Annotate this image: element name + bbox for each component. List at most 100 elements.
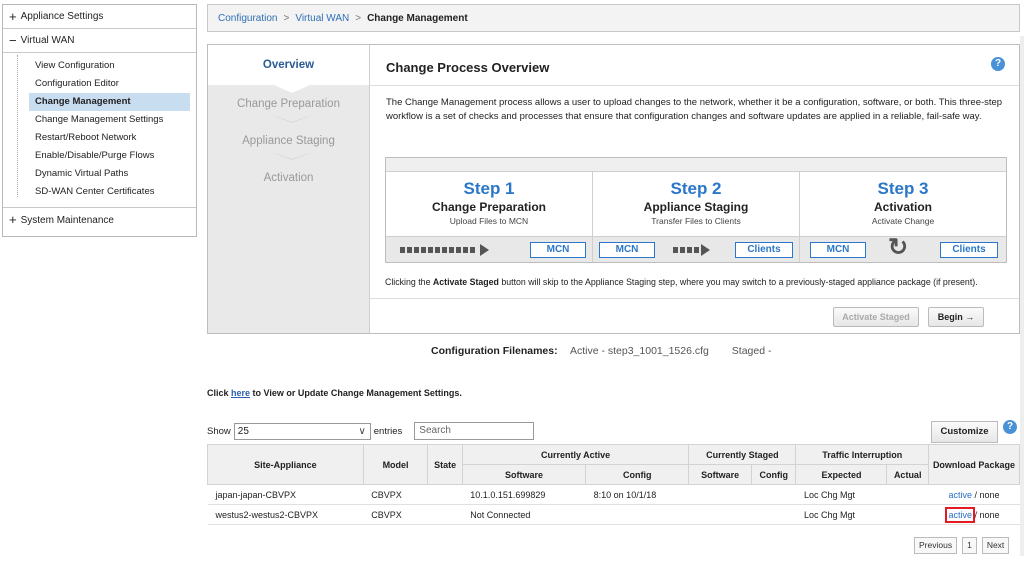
begin-button[interactable]: Begin →: [928, 307, 984, 327]
col-active-config[interactable]: Config: [585, 464, 690, 485]
tree-item-dynamic-virtual-paths[interactable]: Dynamic Virtual Paths: [3, 165, 196, 183]
tree-item-sd-wan-center-certificates[interactable]: SD-WAN Center Certificates: [3, 183, 196, 201]
cell-active-software: 10.1.0.151.699829: [462, 484, 586, 505]
overview-panel: Change Process Overview ? The Change Man…: [370, 45, 1019, 333]
col-group-currently-staged: Currently Staged: [688, 444, 797, 465]
download-none-text: / none: [971, 489, 1000, 500]
step-subtitle: Transfer Files to Clients: [651, 216, 741, 226]
wizard-step-label[interactable]: Change Preparation: [237, 98, 340, 110]
download-active-link[interactable]: active: [948, 490, 972, 500]
change-management-wizard: Overview Change Preparation Appliance St…: [207, 44, 1020, 334]
step-number: Step 1: [463, 179, 515, 198]
vertical-scrollbar[interactable]: [1020, 36, 1024, 556]
table-length-control: Show 25 ∨ entries Search: [207, 422, 535, 440]
breadcrumb-virtual-wan[interactable]: Virtual WAN: [295, 13, 349, 24]
tree-node-appliance-settings[interactable]: + Appliance Settings: [3, 5, 196, 29]
tree-node-label[interactable]: Appliance Settings: [21, 11, 104, 22]
cell-state: [427, 504, 463, 525]
wizard-step-label[interactable]: Activation: [264, 172, 314, 184]
search-input[interactable]: Search: [414, 422, 535, 440]
settings-here-link[interactable]: here: [231, 388, 250, 398]
config-filenames-label: Configuration Filenames:: [431, 345, 558, 357]
help-icon[interactable]: ?: [1003, 420, 1017, 434]
divider: [370, 85, 1019, 86]
arrow-icon: [701, 244, 710, 256]
settings-link-line: Click here to View or Update Change Mana…: [207, 388, 462, 398]
col-active-software[interactable]: Software: [461, 464, 587, 485]
cell-download: active / none: [928, 484, 1020, 505]
process-step-2: Step 2 Appliance Staging Transfer Files …: [593, 172, 800, 262]
cell-site: japan-japan-CBVPX: [207, 484, 364, 505]
page-size-select[interactable]: 25 ∨: [233, 422, 371, 440]
tree-node-label[interactable]: Virtual WAN: [21, 35, 75, 46]
expand-icon[interactable]: +: [9, 10, 17, 23]
tree-node-virtual-wan[interactable]: − Virtual WAN: [3, 29, 196, 53]
activate-staged-button[interactable]: Activate Staged: [833, 307, 919, 327]
navigation-tree: + Appliance Settings − Virtual WAN View …: [2, 4, 197, 237]
breadcrumb-configuration[interactable]: Configuration: [218, 13, 277, 24]
process-step-3: Step 3 Activation Activate Change MCN ↻ …: [800, 172, 1006, 262]
col-download-package[interactable]: Download Package: [927, 444, 1021, 485]
tree-node-label[interactable]: System Maintenance: [21, 215, 114, 226]
tree-item-configuration-editor[interactable]: Configuration Editor: [3, 75, 196, 93]
col-expected[interactable]: Expected: [795, 464, 888, 485]
wizard-step-label[interactable]: Overview: [263, 59, 314, 71]
tree-item-change-management-settings[interactable]: Change Management Settings: [3, 111, 196, 129]
tree-guide-line: [17, 55, 18, 197]
cell-state: [427, 484, 463, 505]
step-flow: MCN Clients: [593, 236, 799, 262]
next-button[interactable]: Next: [981, 537, 1010, 554]
tree-item-enable-disable-purge-flows[interactable]: Enable/Disable/Purge Flows: [3, 147, 196, 165]
step-subtitle: Activate Change: [871, 216, 935, 226]
tree-item-view-configuration[interactable]: View Configuration: [3, 57, 196, 75]
col-actual[interactable]: Actual: [886, 464, 929, 485]
col-staged-software[interactable]: Software: [688, 464, 752, 485]
col-site-appliance[interactable]: Site-Appliance: [207, 444, 364, 485]
col-state[interactable]: State: [427, 444, 463, 485]
overview-title: Change Process Overview: [386, 60, 550, 75]
wizard-step-activation[interactable]: Activation: [208, 159, 369, 196]
cell-active-config: [585, 504, 689, 525]
show-label: Show: [207, 425, 231, 437]
previous-button[interactable]: Previous: [914, 537, 958, 554]
help-icon[interactable]: ?: [991, 57, 1005, 71]
wizard-step-appliance-staging[interactable]: Appliance Staging: [208, 122, 369, 160]
settings-link-prefix: Click: [207, 388, 232, 398]
active-config-filename: Active - step3_1001_1526.cfg: [569, 345, 709, 357]
expand-icon[interactable]: +: [9, 213, 17, 226]
tree-item-restart-reboot-network[interactable]: Restart/Reboot Network: [3, 129, 196, 147]
breadcrumb: Configuration > Virtual WAN > Change Man…: [207, 4, 1020, 32]
step-number: Step 2: [670, 179, 722, 198]
col-group-currently-active: Currently Active: [461, 444, 690, 465]
page-1-button[interactable]: 1: [962, 537, 977, 554]
transfer-dashes: [400, 247, 477, 253]
divider: [370, 298, 1019, 299]
cell-staged-software: [688, 504, 752, 525]
page-size-value[interactable]: 25: [238, 426, 249, 437]
process-diagram-header: [386, 158, 1006, 172]
wizard-step-label[interactable]: Appliance Staging: [242, 135, 335, 147]
tree-item-change-management[interactable]: Change Management: [29, 93, 190, 111]
col-staged-config[interactable]: Config: [750, 464, 797, 485]
arrow-icon: [480, 244, 489, 256]
customize-button[interactable]: Customize: [931, 421, 998, 443]
cell-download: active / none: [928, 504, 1020, 525]
step-name: Activation: [873, 200, 932, 214]
mcn-tag: MCN: [810, 242, 866, 258]
wizard-step-overview[interactable]: Overview: [208, 45, 369, 93]
note-bold: Activate Staged: [432, 277, 499, 287]
cell-actual: [886, 484, 929, 505]
collapse-icon[interactable]: −: [9, 34, 17, 47]
appliance-table: Site-Appliance Model State Currently Act…: [207, 444, 1021, 525]
process-step-1: Step 1 Change Preparation Upload Files t…: [386, 172, 593, 262]
step-subtitle: Upload Files to MCN: [449, 216, 529, 226]
activate-cycle-icon: ↻: [888, 234, 909, 261]
tree-node-system-maintenance[interactable]: + System Maintenance: [3, 208, 196, 232]
download-active-link[interactable]: active: [945, 506, 975, 523]
chevron-down-icon[interactable]: ∨: [358, 424, 365, 439]
wizard-step-change-preparation[interactable]: Change Preparation: [208, 85, 369, 123]
step-flow: MCN ↻ Clients: [800, 234, 1006, 262]
pagination: Previous 1 Next: [914, 537, 1010, 554]
cell-active-software: Not Connected: [462, 504, 586, 525]
col-model[interactable]: Model: [362, 444, 429, 485]
